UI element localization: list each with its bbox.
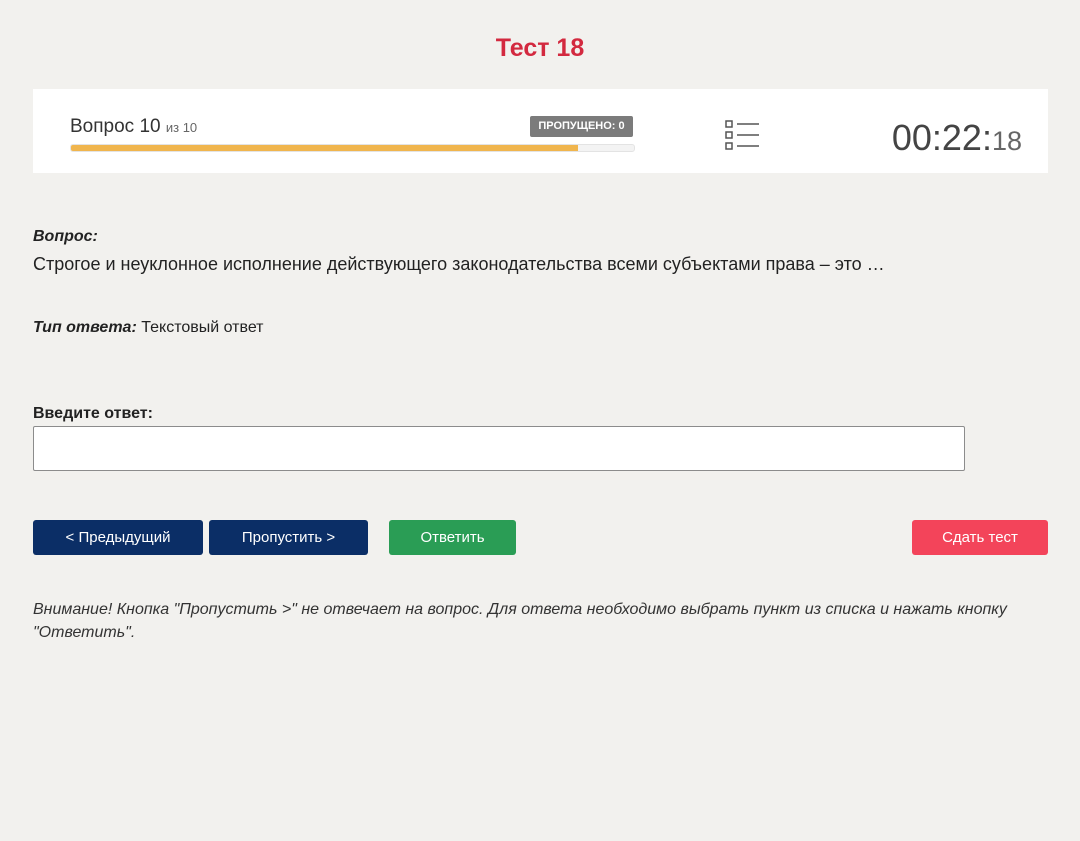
question-number: Вопрос 10 (70, 116, 161, 137)
answer-input[interactable] (33, 426, 965, 471)
finish-test-button[interactable]: Сдать тест (912, 520, 1048, 555)
question-counter: Вопрос 10 из 10 (70, 116, 197, 138)
answer-type-value: Текстовый ответ (141, 319, 264, 336)
answer-type-row: Тип ответа: Текстовый ответ (33, 319, 264, 337)
progress-bar-fill (71, 145, 578, 151)
skipped-badge: ПРОПУЩЕНО: 0 (530, 116, 633, 137)
timer-seconds: 18 (991, 126, 1022, 156)
previous-button[interactable]: < Предыдущий (33, 520, 203, 555)
answer-type-label: Тип ответа: (33, 319, 137, 336)
question-heading: Вопрос: (33, 228, 98, 245)
progress-bar (70, 144, 635, 152)
question-status-panel: Вопрос 10 из 10 ПРОПУЩЕНО: 0 00:22:18 (33, 89, 1048, 173)
timer: 00:22:18 (892, 117, 1022, 159)
question-total: из 10 (165, 120, 198, 135)
notice-text: Внимание! Кнопка "Пропустить >" не отвеч… (33, 601, 1007, 641)
timer-main: 00:22: (891, 117, 992, 158)
page-title: Тест 18 (495, 34, 585, 62)
answer-button[interactable]: Ответить (389, 520, 516, 555)
question-text: Строгое и неуклонное исполнение действую… (33, 254, 885, 274)
answer-label: Введите ответ: (33, 405, 153, 422)
question-list-icon[interactable] (725, 119, 761, 151)
list-icon (725, 120, 759, 150)
skip-button[interactable]: Пропустить > (209, 520, 368, 555)
